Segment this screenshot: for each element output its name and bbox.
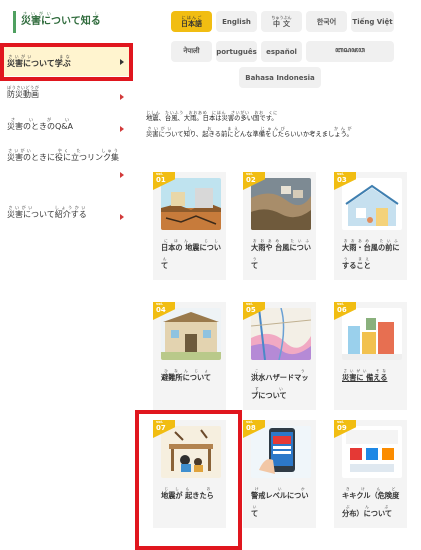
card-title: 大雨・台風の前に することおおあめ たいふう まえ — [342, 239, 404, 275]
sidebar-item-label: 災害について学ぶ — [7, 59, 71, 68]
card-title-text: 警戒レベルについて — [251, 491, 309, 518]
card-vol-03[interactable]: vol. 03 大雨・台風の前に することおおあめ たいふう まえ — [334, 172, 407, 280]
sidebar-item-ruby: ぼうさいどうが — [7, 85, 39, 90]
sidebar-item-label: 災害のときのQ&A — [7, 122, 74, 131]
sidebar-item-ruby: さいがい やく た しゅう — [7, 148, 119, 153]
lang-label: 日本語 — [181, 19, 202, 28]
phone-alert-illustration — [251, 426, 311, 478]
intro-line-2-text: 災害について知り、起きる前にどんな準備をしたらいいか考えましょう。 — [146, 131, 353, 138]
lang-indonesian-button[interactable]: Bahasa Indonesia — [239, 67, 321, 88]
card-title-text: 避難所について — [161, 373, 212, 382]
lang-spanish-button[interactable]: español — [261, 41, 302, 62]
sidebar-title-text: 災害について知る — [21, 16, 101, 27]
lang-label: Tiếng Việt — [352, 17, 393, 26]
card-vol-06[interactable]: vol. 06 災害に 備えるさいがい そな — [334, 302, 407, 410]
arrow-right-icon — [120, 214, 124, 220]
vol-number: 05 — [246, 306, 256, 314]
lang-nepali-button[interactable]: नेपाली — [171, 41, 212, 62]
sidebar-item-qa[interactable]: 災害のときのQ&Aさいがい — [0, 117, 133, 137]
card-vol-08[interactable]: vol. 08 警戒レベルについてけいかい — [243, 420, 316, 528]
sidebar-item-label: 防災動画 — [7, 90, 39, 99]
card-title: 警戒レベルについてけいかい — [251, 487, 313, 523]
card-title: 大雨や 台風についておおあめ たいふう — [251, 239, 313, 275]
sidebar-item-label: 災害のときに役に立つリンク集 — [7, 153, 119, 162]
card-vol-05[interactable]: vol. 05 洪水ハザードマップについてこうずい — [243, 302, 316, 410]
intro-text: 地震、台風、大雨。日本は災害の多い国です。じしん たいふう おおあめ にほん さ… — [146, 110, 414, 142]
lang-label: English — [222, 17, 251, 26]
sidebar-item-ruby: さいがい — [7, 117, 74, 122]
lang-label: 한국어 — [316, 17, 337, 26]
vol-number: 08 — [246, 424, 256, 432]
card-vol-07[interactable]: vol. 07 地震が 起きたらじしん お — [153, 420, 226, 528]
card-title: 災害に 備えるさいがい そな — [342, 369, 404, 387]
sidebar-item-learn[interactable]: 災害について学ぶさいがい まな — [0, 46, 133, 76]
lang-label: ꦧꦱꦗꦮ — [335, 45, 365, 54]
card-title-ruby: さいがい そな — [342, 369, 388, 373]
card-title-text: 地震が 起きたら — [161, 491, 214, 500]
vol-number: 09 — [337, 424, 347, 432]
sidebar-title: 災害について知るさいがい し — [13, 11, 101, 33]
sidebar-item-videos[interactable]: 防災動画ぼうさいどうが — [0, 85, 133, 105]
card-title: キキクル（危険度分布）についてきけんど ぶんぷ — [342, 487, 404, 523]
card-title-ruby: じしん お — [161, 487, 214, 491]
card-title-text: 日本の 地震について — [161, 243, 222, 270]
card-title-text: 災害に 備える — [342, 373, 388, 382]
lang-label: Bahasa Indonesia — [245, 73, 315, 82]
card-title: 日本の 地震についてにほん じしん — [161, 239, 223, 275]
lang-japanese-button[interactable]: 日本語にほんご — [171, 11, 212, 32]
emergency-supplies-illustration — [342, 308, 402, 360]
kikikuru-illustration — [342, 426, 402, 478]
lang-ruby: にほんご — [181, 14, 202, 20]
sidebar-item-links[interactable]: 災害のときに役に立つリンク集さいがい やく た しゅう — [0, 148, 133, 180]
lang-chinese-button[interactable]: 中文ちゅうぶん — [261, 11, 302, 32]
vol-number: 07 — [156, 424, 166, 432]
card-vol-04[interactable]: vol. 04 避難所についてひなんじょ — [153, 302, 226, 410]
card-title: 地震が 起きたらじしん お — [161, 487, 223, 505]
vol-number: 04 — [156, 306, 166, 314]
under-table-illustration — [161, 426, 221, 478]
vol-number: 01 — [156, 176, 166, 184]
lang-label: português — [216, 47, 257, 56]
arrow-right-icon — [120, 126, 124, 132]
sidebar-title-ruby: さいがい し — [21, 11, 101, 16]
lang-ruby: ちゅうぶん — [271, 14, 292, 20]
lang-label: 中文 — [271, 19, 292, 28]
earthquake-illustration — [161, 178, 221, 230]
card-title-text: 大雨や 台風について — [251, 243, 312, 270]
house-prep-illustration — [342, 178, 402, 230]
lang-label: español — [266, 47, 297, 56]
arrow-right-icon — [120, 59, 124, 65]
card-title: 洪水ハザードマップについてこうずい — [251, 369, 313, 405]
intro-line-2-ruby: さいがい し お まえ じゅんび かんが — [146, 126, 353, 131]
vol-number: 03 — [337, 176, 347, 184]
arrow-right-icon — [120, 94, 124, 100]
lang-javanese-button[interactable]: ꦧꦱꦗꦮ — [306, 41, 394, 62]
intro-line-1: 地震、台風、大雨。日本は災害の多い国です。じしん たいふう おおあめ にほん さ… — [146, 110, 414, 126]
lang-vietnamese-button[interactable]: Tiếng Việt — [351, 11, 394, 32]
heavy-rain-illustration — [251, 178, 311, 230]
intro-line-1-ruby: じしん たいふう おおあめ にほん さいがい おお くに — [146, 110, 278, 115]
card-title-ruby: ひなんじょ — [161, 369, 212, 373]
vol-number: 06 — [337, 306, 347, 314]
intro-line-2: 災害について知り、起きる前にどんな準備をしたらいいか考えましょう。さいがい し … — [146, 126, 414, 142]
intro-line-1-text: 地震、台風、大雨。日本は災害の多い国です。 — [146, 115, 278, 122]
lang-korean-button[interactable]: 한국어 — [306, 11, 347, 32]
vol-number: 02 — [246, 176, 256, 184]
card-vol-02[interactable]: vol. 02 大雨や 台風についておおあめ たいふう — [243, 172, 316, 280]
lang-portuguese-button[interactable]: português — [216, 41, 257, 62]
lang-english-button[interactable]: English — [216, 11, 257, 32]
hazard-map-illustration — [251, 308, 311, 360]
card-title: 避難所についてひなんじょ — [161, 369, 223, 387]
arrow-right-icon — [120, 172, 124, 178]
card-vol-09[interactable]: vol. 09 キキクル（危険度分布）についてきけんど ぶんぷ — [334, 420, 407, 528]
lang-label: नेपाली — [183, 47, 200, 55]
sidebar-item-ruby: さいがい まな — [7, 54, 71, 59]
sidebar-item-label: 災害について紹介する — [7, 210, 87, 219]
sidebar-item-introduce[interactable]: 災害について紹介するさいがい しょうかい — [0, 205, 133, 225]
sidebar: 災害について知るさいがい し 災害について学ぶさいがい まな 防災動画ぼうさいど… — [0, 0, 133, 550]
shelter-illustration — [161, 308, 221, 360]
sidebar-item-ruby: さいがい しょうかい — [7, 205, 87, 210]
card-vol-01[interactable]: vol. 01 日本の 地震についてにほん じしん — [153, 172, 226, 280]
